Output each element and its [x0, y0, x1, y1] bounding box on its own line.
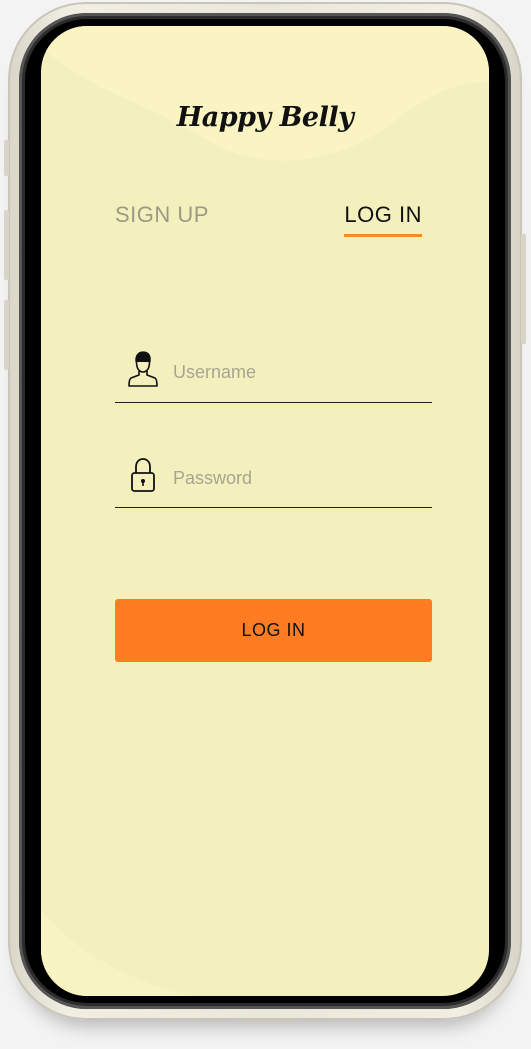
password-input[interactable] — [173, 464, 423, 492]
lock-icon — [131, 458, 155, 492]
username-field — [115, 350, 432, 403]
mute-switch — [4, 140, 9, 176]
password-field — [115, 456, 432, 508]
volume-up-button — [4, 210, 9, 280]
tab-sign-up[interactable]: SIGN UP — [115, 202, 209, 234]
user-icon — [128, 351, 158, 387]
background-wave — [41, 26, 489, 996]
power-button — [521, 234, 526, 344]
tab-log-in[interactable]: LOG IN — [344, 202, 422, 237]
home-indicator — [249, 1021, 295, 1024]
phone-frame: Happy Belly SIGN UP LOG IN LOG IN — [4, 2, 526, 1024]
app-screen: Happy Belly SIGN UP LOG IN LOG IN — [41, 26, 489, 996]
username-input[interactable] — [173, 358, 423, 386]
app-logo: Happy Belly — [176, 102, 354, 133]
log-in-button[interactable]: LOG IN — [115, 599, 432, 662]
volume-down-button — [4, 300, 9, 370]
